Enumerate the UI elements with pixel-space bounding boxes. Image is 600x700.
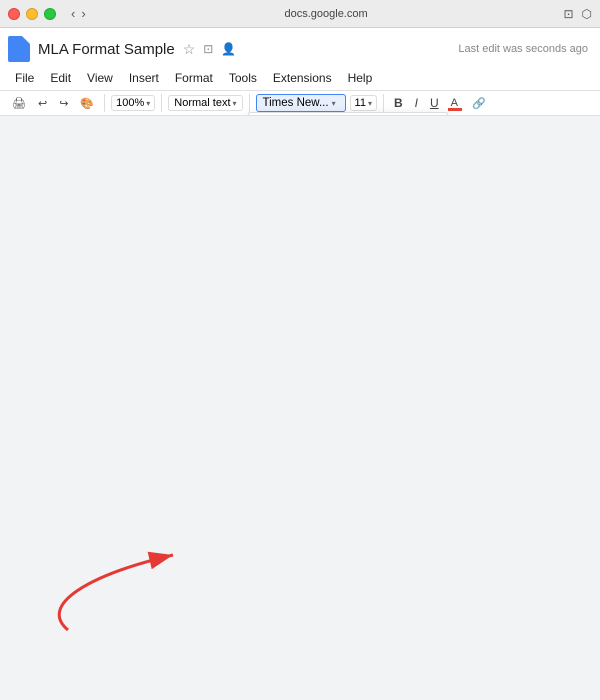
arrow-annotation [8,535,198,635]
menu-tools[interactable]: Tools [222,68,264,88]
maximize-button[interactable] [44,8,56,20]
zoom-value: 100% [116,97,144,109]
toolbar-divider-2 [161,94,162,112]
doc-header: MLA Format Sample ☆ ⊡ 👤 Last edit was se… [0,28,600,91]
traffic-lights [8,8,56,20]
highlight-button[interactable]: 🔗 [468,95,490,112]
font-dropdown-arrow: ▾ [332,99,336,108]
close-button[interactable] [8,8,20,20]
font-dropdown-menu: A+ More fonts RECENT ✓ Times New Roman A… [248,112,448,116]
toolbar-divider-1 [104,94,105,112]
cast-icon: ⬡ [582,7,592,21]
doc-title: MLA Format Sample [38,41,175,58]
menu-help[interactable]: Help [341,68,380,88]
italic-button[interactable]: I [411,94,422,112]
font-dropdown-container: Times New... ▾ A+ More fonts RECENT ✓ Ti… [256,94,346,112]
underline-button[interactable]: U [426,94,443,112]
menu-insert[interactable]: Insert [122,68,166,88]
menu-edit[interactable]: Edit [43,68,78,88]
back-arrow[interactable]: ‹ [68,6,78,21]
toolbar-divider-4 [383,94,384,112]
title-bar: ‹ › docs.google.com ⊡ ⬡ [0,0,600,28]
toolbar-divider-3 [249,94,250,112]
font-selector[interactable]: Times New... ▾ [256,94,346,112]
address-bar-text: docs.google.com [89,8,564,20]
last-edit-text: Last edit was seconds ago [458,44,592,55]
style-value: Normal text [174,97,230,109]
menu-extensions[interactable]: Extensions [266,68,339,88]
bold-button[interactable]: B [390,94,407,112]
font-size-selector[interactable]: 11 ▾ [350,95,377,111]
size-dropdown-arrow: ▾ [368,99,372,108]
doc-icon [8,36,30,62]
minimize-button[interactable] [26,8,38,20]
undo-icon[interactable]: ↩ [34,95,51,112]
forward-arrow[interactable]: › [78,6,88,21]
menu-view[interactable]: View [80,68,120,88]
toolbar: 🖨 ↩ ↪ 🎨 100% ▾ Normal text ▾ Times New..… [0,91,600,116]
font-size-value: 11 [355,97,366,109]
menu-file[interactable]: File [8,68,41,88]
menu-bar: File Edit View Insert Format Tools Exten… [8,66,379,90]
window-controls: ⊡ ⬡ [563,7,592,21]
print-icon[interactable]: 🖨 [8,95,30,112]
cloud-icon: ⊡ [203,42,213,56]
people-icon: 👤 [221,42,236,56]
style-selector[interactable]: Normal text ▾ [168,95,242,111]
menu-format[interactable]: Format [168,68,220,88]
zoom-selector[interactable]: 100% ▾ [111,95,155,111]
redo-icon[interactable]: ↪ [55,95,72,112]
tab-icon: ⊡ [563,7,573,21]
paint-format-icon[interactable]: 🎨 [76,95,98,112]
star-icon[interactable]: ☆ [183,41,196,58]
text-color-button[interactable]: A [447,95,464,111]
doc-title-row: MLA Format Sample ☆ ⊡ 👤 Last edit was se… [8,32,592,66]
font-value: Times New... [263,97,329,109]
style-dropdown-arrow: ▾ [233,99,237,108]
text-color-indicator [448,108,462,111]
zoom-dropdown-arrow: ▾ [146,99,150,108]
